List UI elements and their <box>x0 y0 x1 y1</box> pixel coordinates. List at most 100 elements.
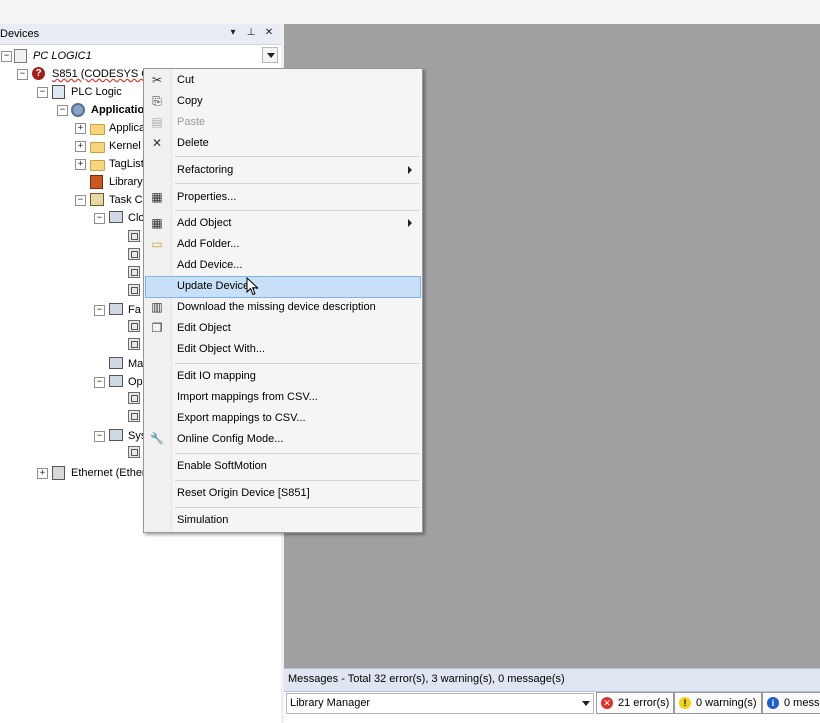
tree-item-clo[interactable]: − Clo <box>0 209 145 227</box>
menu-item-delete[interactable]: ✕ Delete <box>146 133 420 153</box>
menu-item-label: Add Device... <box>177 259 243 271</box>
collapse-icon[interactable]: − <box>37 87 48 98</box>
collapse-icon[interactable]: − <box>17 69 28 80</box>
menu-item-simulation[interactable]: Simulation <box>146 510 420 530</box>
plc-logic-icon <box>52 85 65 99</box>
menu-item-enable-softmotion[interactable]: Enable SoftMotion <box>146 456 420 476</box>
devices-panel-header: Devices ▾ ⊥ ✕ <box>0 24 281 45</box>
tree-item-fa[interactable]: − Fa <box>0 301 143 319</box>
tree-item-library[interactable]: Library <box>0 173 143 191</box>
warnings-filter-button[interactable]: ! 0 warning(s) <box>674 692 762 714</box>
pou-icon[interactable] <box>128 392 140 404</box>
tree-dropdown-button[interactable] <box>262 47 278 63</box>
wrench-icon: 🔧 <box>150 433 164 445</box>
menu-item-label: Online Config Mode... <box>177 433 284 445</box>
pou-icon[interactable] <box>128 266 140 278</box>
collapse-icon[interactable]: − <box>57 105 68 116</box>
menu-item-update-device[interactable]: Update Device... <box>145 276 421 298</box>
tree-item-ethernet[interactable]: + Ethernet (Ether <box>0 464 146 482</box>
tree-item-ma[interactable]: Ma <box>0 355 143 373</box>
pou-icon[interactable] <box>128 338 140 350</box>
expand-icon[interactable]: + <box>75 141 86 152</box>
tree-label: Applica <box>109 122 146 134</box>
tree-item-task-configuration[interactable]: − Task Co <box>0 191 149 209</box>
close-icon[interactable]: ✕ <box>262 26 276 40</box>
menu-item-add-folder[interactable]: ▭ Add Folder... <box>146 234 420 254</box>
menu-item-online-config-mode[interactable]: 🔧 Online Config Mode... <box>146 429 420 449</box>
menu-item-edit-object-with[interactable]: Edit Object With... <box>146 339 420 359</box>
error-icon: ? <box>32 67 45 80</box>
menu-item-download-device-description[interactable]: ▥ Download the missing device descriptio… <box>146 297 420 317</box>
collapse-icon[interactable]: − <box>1 51 12 62</box>
pin-icon[interactable]: ⊥ <box>244 26 258 40</box>
delete-icon: ✕ <box>151 136 163 150</box>
menu-item-reset-origin-device[interactable]: Reset Origin Device [S851] <box>146 483 420 503</box>
tree-label: Fa <box>128 304 141 316</box>
tree-label: PC LOGIC1 <box>33 50 92 62</box>
add-object-icon: ▦ <box>151 216 163 230</box>
tree-item-sys[interactable]: − Sys <box>0 427 146 445</box>
menu-item-refactoring[interactable]: Refactoring <box>146 160 420 180</box>
tree-label: Library <box>109 176 143 188</box>
tree-item-plc-logic[interactable]: − PLC Logic <box>0 83 143 101</box>
tree-item-pc-logic1[interactable]: − PC LOGIC1 <box>0 47 281 65</box>
pou-icon[interactable] <box>128 446 140 458</box>
collapse-icon[interactable]: − <box>94 213 105 224</box>
menu-item-import-mappings[interactable]: Import mappings from CSV... <box>146 387 420 407</box>
chevron-down-icon <box>582 701 590 706</box>
tree-item-kernel[interactable]: + Kernel <box>0 137 143 155</box>
error-icon: ✕ <box>601 697 613 709</box>
tree-item-applica[interactable]: + Applica <box>0 119 146 137</box>
messages-filter-button[interactable]: i 0 messa <box>762 692 820 714</box>
errors-filter-button[interactable]: ✕ 21 error(s) <box>596 692 674 714</box>
project-icon <box>14 49 27 63</box>
menu-item-properties[interactable]: ▦ Properties... <box>146 187 420 207</box>
tree-label: Op <box>128 376 143 388</box>
menu-item-cut[interactable]: ✂ Cut <box>146 70 420 90</box>
menu-item-label: Reset Origin Device [S851] <box>177 487 310 499</box>
menu-item-label: Edit Object <box>177 322 231 334</box>
collapse-icon[interactable]: − <box>94 377 105 388</box>
paste-icon: ▤ <box>151 115 163 129</box>
pou-icon[interactable] <box>128 320 140 332</box>
panel-menu-arrow-icon[interactable]: ▾ <box>226 26 240 40</box>
folder-icon <box>90 160 105 171</box>
menu-item-edit-io-mapping[interactable]: Edit IO mapping <box>146 366 420 386</box>
pou-icon[interactable] <box>128 284 140 296</box>
tree-item-s851[interactable]: − ? S851 (CODESYS Co <box>0 65 155 83</box>
task-configuration-icon <box>90 193 104 206</box>
menu-item-add-object[interactable]: ▦ Add Object <box>146 213 420 233</box>
collapse-icon[interactable]: − <box>75 195 86 206</box>
menu-separator <box>175 183 419 184</box>
menu-item-add-device[interactable]: Add Device... <box>146 255 420 275</box>
tree-label: PLC Logic <box>71 86 122 98</box>
menu-item-export-mappings[interactable]: Export mappings to CSV... <box>146 408 420 428</box>
pou-icon[interactable] <box>128 248 140 260</box>
menu-item-label: Add Folder... <box>177 238 240 250</box>
tree-item-taglist[interactable]: + TagList <box>0 155 144 173</box>
tree-item-op[interactable]: − Op <box>0 373 143 391</box>
pou-icon[interactable] <box>128 410 140 422</box>
menu-item-paste[interactable]: ▤ Paste <box>146 112 420 132</box>
pou-icon[interactable] <box>128 230 140 242</box>
menu-item-label: Download the missing device description <box>177 301 376 313</box>
expand-icon[interactable]: + <box>75 123 86 134</box>
menu-item-label: Edit Object With... <box>177 343 266 355</box>
cut-icon: ✂ <box>151 73 163 87</box>
task-stack-icon <box>109 303 123 315</box>
message-source-select[interactable]: Library Manager <box>286 693 594 714</box>
menu-item-label: Add Object <box>177 217 232 229</box>
collapse-icon[interactable]: − <box>94 431 105 442</box>
task-stack-icon <box>109 357 123 369</box>
menu-item-copy[interactable]: ⎘ Copy <box>146 91 420 111</box>
task-stack-icon <box>109 211 123 223</box>
message-source-value: Library Manager <box>290 697 371 709</box>
collapse-icon[interactable]: − <box>94 305 105 316</box>
menu-item-edit-object[interactable]: ❐ Edit Object <box>146 318 420 338</box>
expand-icon[interactable]: + <box>37 468 48 479</box>
expand-icon[interactable]: + <box>75 159 86 170</box>
menu-item-label: Properties... <box>177 191 237 203</box>
tree-item-application[interactable]: − Applicatio <box>0 101 144 119</box>
menu-separator <box>175 210 419 211</box>
messages-panel: Messages - Total 32 error(s), 3 warning(… <box>284 668 820 723</box>
